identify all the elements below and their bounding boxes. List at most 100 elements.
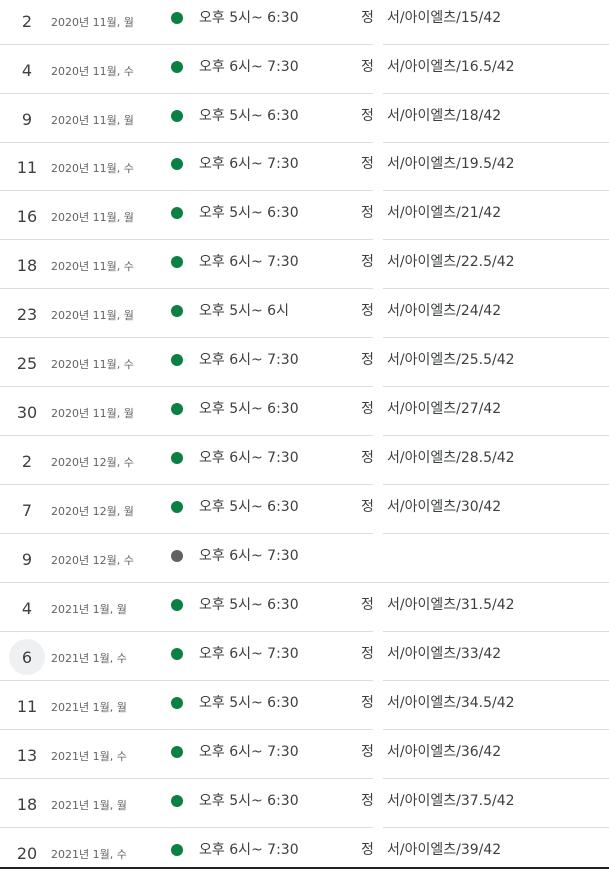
event-title[interactable]: 정 서/아이엘츠/34.5/42	[361, 682, 515, 726]
day-number[interactable]: 30	[0, 388, 54, 436]
event-title[interactable]: 정 서/아이엘츠/19.5/42	[361, 143, 515, 187]
event-color-dot	[171, 207, 183, 219]
day-number-today[interactable]: 6	[0, 633, 54, 681]
event-time[interactable]: 오후 5시~ 6:30	[199, 780, 299, 824]
event-time[interactable]: 오후 6시~ 7:30	[199, 46, 299, 90]
month-weekday: 2020년 11월, 월	[51, 211, 134, 224]
agenda-row[interactable]: 30 2020년 11월, 월 오후 5시~ 6:30 정 서/아이엘츠/27/4…	[0, 388, 609, 436]
event-title[interactable]: 정 서/아이엘츠/37.5/42	[361, 780, 515, 824]
event-title-text: 서/아이엘츠/25.5/42	[387, 352, 515, 368]
event-time[interactable]: 오후 6시~ 7:30	[199, 143, 299, 187]
month-weekday: 2020년 12월, 수	[51, 456, 134, 469]
event-time[interactable]: 오후 6시~ 7:30	[199, 437, 299, 481]
agenda-row[interactable]: 9 2020년 12월, 수 오후 6시~ 7:30	[0, 535, 609, 583]
agenda-row-today[interactable]: 6 2021년 1월, 수 오후 6시~ 7:30 정 서/아이엘츠/33/42	[0, 633, 609, 681]
event-title-prefix: 정	[361, 401, 374, 417]
agenda-row[interactable]: 7 2020년 12월, 월 오후 5시~ 6:30 정 서/아이엘츠/30/42	[0, 486, 609, 534]
event-title-prefix: 정	[361, 597, 374, 613]
event-title[interactable]: 정 서/아이엘츠/25.5/42	[361, 339, 515, 383]
event-time[interactable]: 오후 5시~ 6:30	[199, 0, 299, 41]
event-title[interactable]: 정 서/아이엘츠/33/42	[361, 633, 501, 677]
event-time[interactable]: 오후 5시~ 6:30	[199, 682, 299, 726]
day-number[interactable]: 9	[0, 535, 54, 583]
agenda-row[interactable]: 4 2020년 11월, 수 오후 6시~ 7:30 정 서/아이엘츠/16.5/…	[0, 46, 609, 94]
day-number[interactable]: 4	[0, 584, 54, 632]
agenda-row[interactable]: 20 2021년 1월, 수 오후 6시~ 7:30 정 서/아이엘츠/39/42	[0, 829, 609, 877]
event-title-prefix: 정	[361, 303, 374, 319]
day-number[interactable]: 18	[0, 780, 54, 828]
event-time[interactable]: 오후 5시~ 6시	[199, 290, 289, 334]
event-time[interactable]: 오후 6시~ 7:30	[199, 241, 299, 285]
day-number[interactable]: 2	[0, 0, 54, 45]
event-title-prefix: 정	[361, 108, 374, 124]
event-title-text: 서/아이엘츠/30/42	[387, 499, 502, 515]
event-title[interactable]: 정 서/아이엘츠/24/42	[361, 290, 501, 334]
day-number[interactable]: 23	[0, 290, 54, 338]
event-title[interactable]: 정 서/아이엘츠/16.5/42	[361, 46, 515, 90]
event-time[interactable]: 오후 6시~ 7:30	[199, 731, 299, 775]
event-title-text: 서/아이엘츠/27/42	[387, 401, 502, 417]
agenda-row[interactable]: 18 2021년 1월, 월 오후 5시~ 6:30 정 서/아이엘츠/37.5/…	[0, 780, 609, 828]
event-title[interactable]: 정 서/아이엘츠/30/42	[361, 486, 501, 530]
event-title[interactable]: 정 서/아이엘츠/28.5/42	[361, 437, 515, 481]
agenda-row[interactable]: 9 2020년 11월, 월 오후 5시~ 6:30 정 서/아이엘츠/18/42	[0, 95, 609, 143]
event-title-prefix: 정	[361, 646, 374, 662]
event-time[interactable]: 오후 6시~ 7:30	[199, 339, 299, 383]
day-number[interactable]: 20	[0, 829, 54, 877]
event-color-dot	[171, 256, 183, 268]
agenda-row[interactable]: 16 2020년 11월, 월 오후 5시~ 6:30 정 서/아이엘츠/21/4…	[0, 192, 609, 240]
event-title[interactable]: 정 서/아이엘츠/31.5/42	[361, 584, 515, 628]
event-title[interactable]: 정 서/아이엘츠/18/42	[361, 95, 501, 139]
event-title[interactable]: 정 서/아이엘츠/22.5/42	[361, 241, 515, 285]
day-number[interactable]: 4	[0, 46, 54, 94]
event-title[interactable]: 정 서/아이엘츠/36/42	[361, 731, 501, 775]
event-title[interactable]: 정 서/아이엘츠/21/42	[361, 192, 501, 236]
event-time[interactable]: 오후 6시~ 7:30	[199, 535, 299, 579]
event-time[interactable]: 오후 5시~ 6:30	[199, 388, 299, 432]
agenda-row[interactable]: 25 2020년 11월, 수 오후 6시~ 7:30 정 서/아이엘츠/25.5…	[0, 339, 609, 387]
row-divider	[0, 386, 609, 387]
event-title-prefix: 정	[361, 59, 374, 75]
agenda-row[interactable]: 13 2021년 1월, 수 오후 6시~ 7:30 정 서/아이엘츠/36/42	[0, 731, 609, 779]
agenda-row[interactable]: 2 2020년 12월, 수 오후 6시~ 7:30 정 서/아이엘츠/28.5/…	[0, 437, 609, 485]
event-title-prefix: 정	[361, 205, 374, 221]
event-time[interactable]: 오후 6시~ 7:30	[199, 633, 299, 677]
row-divider	[0, 533, 609, 534]
event-title[interactable]: 정 서/아이엘츠/15/42	[361, 0, 501, 41]
agenda-row[interactable]: 23 2020년 11월, 월 오후 5시~ 6시 정 서/아이엘츠/24/42	[0, 290, 609, 338]
month-weekday: 2020년 11월, 수	[51, 65, 134, 78]
month-weekday: 2021년 1월, 월	[51, 603, 127, 616]
event-title-prefix: 정	[361, 695, 374, 711]
agenda-row[interactable]: 18 2020년 11월, 수 오후 6시~ 7:30 정 서/아이엘츠/22.5…	[0, 241, 609, 289]
event-title[interactable]: 정 서/아이엘츠/27/42	[361, 388, 501, 432]
event-time[interactable]: 오후 5시~ 6:30	[199, 584, 299, 628]
event-time[interactable]: 오후 5시~ 6:30	[199, 486, 299, 530]
event-color-dot	[171, 110, 183, 122]
day-number[interactable]: 16	[0, 192, 54, 240]
month-weekday: 2021년 1월, 월	[51, 799, 127, 812]
agenda-row[interactable]: 2 2020년 11월, 월 오후 5시~ 6:30 정 서/아이엘츠/15/42	[0, 0, 609, 45]
agenda-row[interactable]: 11 2020년 11월, 수 오후 6시~ 7:30 정 서/아이엘츠/19.5…	[0, 143, 609, 191]
event-title-text: 서/아이엘츠/24/42	[387, 303, 502, 319]
agenda-row[interactable]: 11 2021년 1월, 월 오후 5시~ 6:30 정 서/아이엘츠/34.5/…	[0, 682, 609, 730]
day-number[interactable]: 11	[0, 682, 54, 730]
day-number[interactable]: 18	[0, 241, 54, 289]
row-divider	[0, 680, 609, 681]
event-title-text: 서/아이엘츠/31.5/42	[387, 597, 515, 613]
event-color-dot	[171, 61, 183, 73]
day-number[interactable]: 7	[0, 486, 54, 534]
event-title[interactable]	[361, 535, 387, 579]
day-number[interactable]: 9	[0, 95, 54, 143]
day-number[interactable]: 2	[0, 437, 54, 485]
month-weekday: 2020년 12월, 수	[51, 554, 134, 567]
event-title-text: 서/아이엘츠/33/42	[387, 646, 502, 662]
event-time[interactable]: 오후 5시~ 6:30	[199, 192, 299, 236]
day-number[interactable]: 11	[0, 143, 54, 191]
event-time[interactable]: 오후 5시~ 6:30	[199, 95, 299, 139]
day-number[interactable]: 25	[0, 339, 54, 387]
row-divider	[0, 239, 609, 240]
event-color-dot	[171, 158, 183, 170]
event-title-text: 서/아이엘츠/34.5/42	[387, 695, 515, 711]
agenda-row[interactable]: 4 2021년 1월, 월 오후 5시~ 6:30 정 서/아이엘츠/31.5/4…	[0, 584, 609, 632]
day-number[interactable]: 13	[0, 731, 54, 779]
